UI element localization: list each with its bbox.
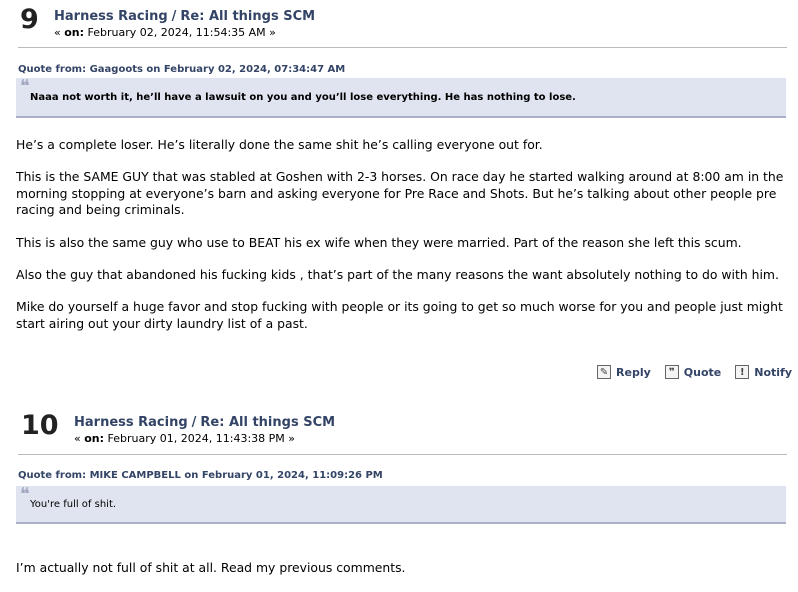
reply-icon: ✎: [597, 365, 612, 379]
post-10: 10 Harness Racing / Re: All things SCM « o…: [0, 406, 798, 575]
quote-header[interactable]: Quote from: Gaagoots on February 02, 202…: [18, 64, 345, 75]
paragraph: I’m actually not full of shit at all. Re…: [16, 560, 406, 575]
paragraph: He’s a complete loser. He’s literally do…: [16, 137, 543, 152]
post-9: 9 Harness Racing / Re: All things SCM « on…: [0, 0, 798, 379]
post-body: He’s a complete loser. He’s literally do…: [16, 137, 786, 348]
paragraph: Mike do yourself a huge favor and stop f…: [16, 299, 783, 331]
board-link[interactable]: Harness Racing: [54, 9, 168, 24]
quote-mark-icon: ❝: [20, 484, 30, 505]
post-number: 10: [21, 410, 59, 441]
divider: [18, 454, 787, 455]
board-link[interactable]: Harness Racing: [74, 415, 188, 430]
paragraph: Also the guy that abandoned his fucking …: [16, 267, 779, 283]
post-header: 9 Harness Racing / Re: All things SCM « on…: [0, 0, 798, 40]
quote-mark-icon: ❝: [20, 76, 30, 97]
quote-block: ❝ You're full of shit.: [16, 486, 786, 524]
post-date: « on: February 01, 2024, 11:43:38 PM »: [74, 432, 295, 445]
quote-button[interactable]: ❞ Quote: [664, 365, 721, 379]
post-header: 10 Harness Racing / Re: All things SCM « o…: [0, 406, 798, 446]
divider: [18, 47, 787, 48]
post-number: 9: [20, 4, 39, 35]
title-separator: /: [171, 9, 177, 24]
notify-button[interactable]: ! Notify: [735, 365, 792, 379]
post-title: Harness Racing / Re: All things SCM: [54, 9, 315, 24]
subject-link[interactable]: Re: All things SCM: [180, 9, 315, 24]
subject-link[interactable]: Re: All things SCM: [200, 415, 335, 430]
quote-block: ❝ Naaa not worth it, he’ll have a lawsui…: [16, 78, 786, 118]
post-actions: ✎ Reply ❞ Quote ! Notify: [597, 365, 792, 379]
paragraph: This is the SAME GUY that was stabled at…: [16, 169, 784, 218]
reply-button[interactable]: ✎ Reply: [597, 365, 651, 379]
paragraph: This is also the same guy who use to BEA…: [16, 234, 742, 250]
quote-text: You're full of shit.: [30, 499, 117, 510]
title-separator: /: [191, 415, 197, 430]
notify-icon: !: [735, 365, 750, 379]
post-body: I’m actually not full of shit at all. Re…: [16, 560, 786, 592]
post-title: Harness Racing / Re: All things SCM: [74, 415, 335, 430]
post-date: « on: February 02, 2024, 11:54:35 AM »: [54, 26, 276, 39]
quote-icon: ❞: [664, 365, 679, 379]
quote-header[interactable]: Quote from: MIKE CAMPBELL on February 01…: [18, 470, 383, 481]
quote-text: Naaa not worth it, he’ll have a lawsuit …: [30, 92, 576, 103]
